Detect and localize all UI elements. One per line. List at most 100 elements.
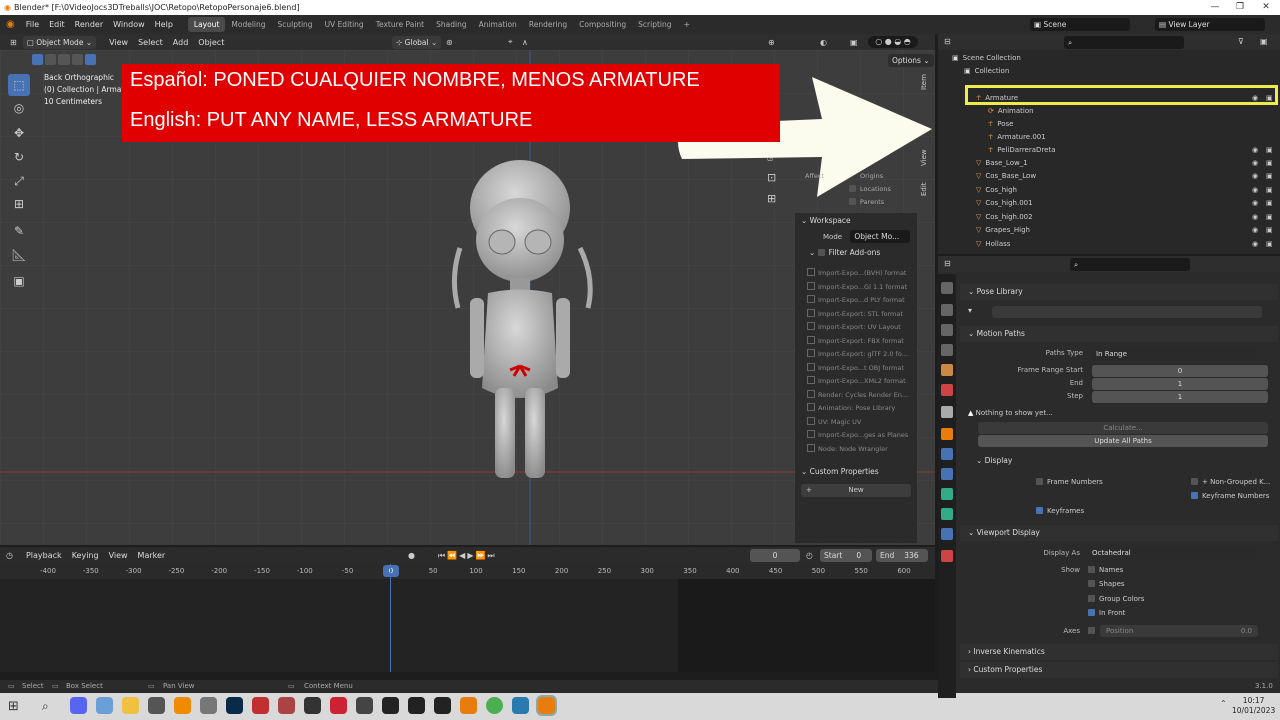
addon-item[interactable]: Node: Node Wrangler bbox=[795, 443, 917, 457]
inverse-kinematics-header[interactable]: › Inverse Kinematics bbox=[960, 644, 1278, 660]
vlc-icon[interactable] bbox=[174, 697, 191, 714]
app-icon[interactable] bbox=[512, 697, 529, 714]
update-all-paths-button[interactable]: Update All Paths bbox=[978, 435, 1268, 447]
addon-item[interactable]: Animation: Pose Library bbox=[795, 402, 917, 416]
axes-position-field[interactable]: Position 0.0 bbox=[1100, 625, 1258, 637]
app-icon[interactable] bbox=[200, 697, 217, 714]
outliner-item[interactable]: ▽ Base_Low_1 ◉ ▣ bbox=[938, 157, 1280, 171]
outliner-item[interactable]: ☥ Pose bbox=[938, 118, 1280, 132]
start-frame-field[interactable]: Start 0 bbox=[820, 549, 872, 562]
pose-library-name-field[interactable] bbox=[992, 306, 1262, 318]
tab-rendering[interactable]: Rendering bbox=[523, 17, 573, 32]
tab-texture-paint[interactable]: Texture Paint bbox=[370, 17, 430, 32]
proportional-icon[interactable]: ∧ bbox=[522, 38, 528, 47]
current-frame-field[interactable]: 0 bbox=[750, 549, 800, 562]
xray-icon[interactable]: ▣ bbox=[850, 38, 858, 47]
close-button[interactable]: ✕ bbox=[1254, 0, 1278, 15]
visibility-eye-icon[interactable]: ◉ bbox=[1252, 157, 1258, 171]
menu-marker[interactable]: Marker bbox=[133, 551, 171, 560]
shading-solid-icon[interactable]: ○ ● ◒ ◓ bbox=[868, 36, 918, 48]
display-as-dropdown[interactable]: Octahedral bbox=[1088, 547, 1256, 559]
menu-object[interactable]: Object bbox=[193, 38, 229, 47]
scale-tool-icon[interactable]: ⤢ bbox=[8, 170, 30, 192]
timeline-ruler[interactable]: -400 -350 -300 -250 -200 -150 -100 -50 0 50 100 150… bbox=[0, 564, 935, 579]
frame-numbers-checkbox[interactable]: Frame Numbers bbox=[1036, 478, 1103, 486]
viewport-gizmo-icon[interactable]: ⊕ bbox=[768, 38, 775, 47]
app-icon[interactable] bbox=[148, 697, 165, 714]
modifier-tab-icon[interactable] bbox=[941, 448, 953, 460]
end-field[interactable]: 1 bbox=[1092, 378, 1268, 390]
menu-render[interactable]: Render bbox=[70, 20, 108, 29]
options-dropdown[interactable]: Options ⌄ bbox=[888, 54, 934, 67]
record-icon[interactable]: ● bbox=[408, 551, 415, 560]
tab-edit[interactable]: Edit bbox=[920, 182, 928, 196]
non-grouped-checkbox[interactable]: + Non-Grouped K... bbox=[1191, 478, 1270, 486]
output-tab-icon[interactable] bbox=[941, 324, 953, 336]
app-icon[interactable] bbox=[96, 697, 113, 714]
tab-scripting[interactable]: Scripting bbox=[632, 17, 677, 32]
editor-type-icon[interactable]: ⊞ bbox=[4, 38, 23, 47]
overlay-icon[interactable]: ◐ bbox=[820, 38, 827, 47]
discord-icon[interactable] bbox=[70, 697, 87, 714]
new-property-button[interactable]: + New bbox=[801, 484, 911, 497]
blender-icon[interactable] bbox=[460, 697, 477, 714]
menu-help[interactable]: Help bbox=[150, 20, 178, 29]
properties-editor-icon[interactable]: ⊟ bbox=[944, 259, 951, 268]
menu-file[interactable]: File bbox=[21, 20, 44, 29]
visibility-eye-icon[interactable]: ◉ bbox=[1252, 197, 1258, 211]
minimize-button[interactable]: — bbox=[1203, 0, 1227, 15]
menu-edit[interactable]: Edit bbox=[44, 20, 70, 29]
windows-start-icon[interactable]: ⊞ bbox=[8, 699, 19, 714]
pose-library-browse-icon[interactable]: ▾ bbox=[968, 306, 972, 315]
render-camera-icon[interactable]: ▣ bbox=[1266, 224, 1273, 238]
timeline-body[interactable] bbox=[0, 564, 935, 672]
outliner-search-input[interactable]: ⌕ bbox=[1064, 36, 1184, 49]
tab-view[interactable]: View bbox=[920, 149, 928, 166]
blender-menu-icon[interactable]: ◉ bbox=[0, 19, 21, 30]
app-icon[interactable] bbox=[278, 697, 295, 714]
motion-paths-header[interactable]: ⌄ Motion Paths bbox=[960, 326, 1278, 342]
pose-library-header[interactable]: ⌄ Pose Library bbox=[960, 284, 1278, 300]
addon-item[interactable]: Import-Export: UV Layout bbox=[795, 321, 917, 335]
select-tool-icon[interactable]: ⬚ bbox=[8, 74, 30, 96]
add-workspace-icon[interactable]: + bbox=[678, 20, 697, 29]
playback-controls[interactable]: ⏮⏪◀▶⏩⏭ bbox=[438, 551, 497, 561]
outliner-item[interactable]: ▣ Scene Collection bbox=[938, 52, 1280, 66]
rotate-tool-icon[interactable]: ↻ bbox=[8, 146, 30, 168]
visibility-eye-icon[interactable]: ◉ bbox=[1252, 224, 1258, 238]
transform-tool-icon[interactable]: ⊞ bbox=[8, 193, 30, 215]
filter-icon[interactable]: ⊽ bbox=[1238, 37, 1244, 46]
render-tab-icon[interactable] bbox=[941, 304, 953, 316]
tab-layout[interactable]: Layout bbox=[187, 17, 226, 32]
chrome-icon[interactable] bbox=[486, 697, 503, 714]
menu-timeline-view[interactable]: View bbox=[104, 551, 133, 560]
render-camera-icon[interactable]: ▣ bbox=[1266, 197, 1273, 211]
app-icon[interactable] bbox=[304, 697, 321, 714]
addon-item[interactable]: Import-Export: STL format bbox=[795, 308, 917, 322]
tab-animation[interactable]: Animation bbox=[473, 17, 523, 32]
armature-data-tab-icon[interactable] bbox=[941, 488, 953, 500]
select-new-icon[interactable] bbox=[32, 54, 44, 65]
cursor-tool-icon[interactable]: ◎ bbox=[8, 97, 30, 119]
app-icon[interactable] bbox=[356, 697, 373, 714]
filter-addons-checkbox[interactable] bbox=[817, 249, 825, 256]
menu-playback[interactable]: Playback bbox=[21, 551, 67, 560]
view-layer-selector[interactable]: ▤ View Layer bbox=[1155, 18, 1265, 31]
photoshop-icon[interactable] bbox=[226, 697, 243, 714]
addon-item[interactable]: Import-Expo...ges as Planes bbox=[795, 429, 917, 443]
annotate-tool-icon[interactable]: ✎ bbox=[8, 220, 30, 242]
maximize-button[interactable]: ❐ bbox=[1228, 0, 1252, 15]
app-icon[interactable] bbox=[330, 697, 347, 714]
render-camera-icon[interactable]: ▣ bbox=[1266, 238, 1273, 252]
menu-add[interactable]: Add bbox=[168, 38, 194, 47]
tab-shading[interactable]: Shading bbox=[430, 17, 472, 32]
addon-item[interactable]: Import-Export: glTF 2.0 fo... bbox=[795, 348, 917, 362]
addon-item[interactable]: Import-Expo...d PLY format bbox=[795, 294, 917, 308]
addon-item[interactable]: Import-Expo...t OBJ format bbox=[795, 362, 917, 376]
tab-sculpting[interactable]: Sculpting bbox=[272, 17, 319, 32]
visibility-eye-icon[interactable]: ◉ bbox=[1252, 211, 1258, 225]
outliner-item[interactable]: ▽ Grapes_High ◉ ▣ bbox=[938, 224, 1280, 238]
addon-item[interactable]: Import-Export: FBX format bbox=[795, 335, 917, 349]
render-camera-icon[interactable]: ▣ bbox=[1266, 170, 1273, 184]
outliner-editor-icon[interactable]: ⊟ bbox=[944, 37, 951, 46]
